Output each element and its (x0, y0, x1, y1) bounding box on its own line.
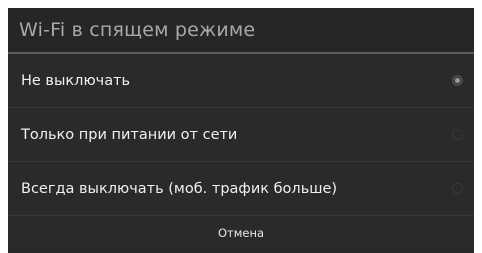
radio-unchecked-icon[interactable] (452, 183, 463, 194)
dialog-button-bar: Отмена (8, 216, 474, 250)
option-always-turn-off[interactable]: Всегда выключать (моб. трафик больше) (8, 162, 474, 216)
option-only-when-plugged-in[interactable]: Только при питании от сети (8, 108, 474, 162)
wifi-sleep-policy-dialog: Wi-Fi в спящем режиме Не выключать Тольк… (8, 8, 474, 253)
dialog-title-bar: Wi-Fi в спящем режиме (8, 8, 474, 52)
option-label: Всегда выключать (моб. трафик больше) (21, 180, 338, 197)
radio-checked-icon[interactable] (452, 75, 463, 86)
option-never-turn-off[interactable]: Не выключать (8, 54, 474, 108)
option-label: Не выключать (21, 72, 131, 89)
dialog-title: Wi-Fi в спящем режиме (19, 19, 256, 41)
option-label: Только при питании от сети (21, 126, 238, 143)
cancel-button[interactable]: Отмена (206, 222, 276, 244)
option-list: Не выключать Только при питании от сети … (8, 54, 474, 216)
radio-unchecked-icon[interactable] (452, 129, 463, 140)
